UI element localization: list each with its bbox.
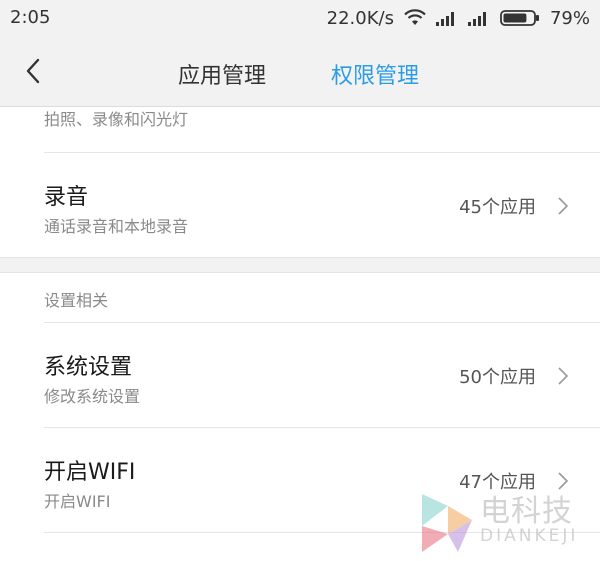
row-subtitle: 修改系统设置 [44, 387, 141, 406]
watermark-brand-en: DIANKEJI [480, 526, 579, 546]
chevron-left-icon [26, 58, 40, 84]
battery-icon [500, 10, 539, 26]
row-title: 录音 [44, 185, 89, 210]
logo-icon [422, 494, 472, 552]
app-count: 45个应用 [459, 197, 536, 218]
wifi-icon [404, 9, 426, 25]
status-bar: 2:05 22.0K/s 79% [0, 0, 600, 36]
signal-icon [435, 12, 454, 26]
status-time: 2:05 [10, 7, 51, 28]
watermark-logo: 电科技 DIANKEJI [418, 486, 598, 558]
battery-percent: 79% [549, 7, 590, 29]
signal-icon [467, 12, 486, 26]
tab-permission-management[interactable]: 权限管理 [331, 58, 419, 90]
list-item-system-settings[interactable]: 系统设置 修改系统设置 50个应用 [0, 323, 600, 427]
list-item-record-audio[interactable]: 录音 通话录音和本地录音 45个应用 [0, 153, 600, 257]
row-subtitle: 开启WIFI [44, 492, 111, 511]
network-speed: 22.0K/s [326, 7, 394, 29]
row-subtitle: 拍照、录像和闪光灯 [44, 110, 189, 129]
section-gap [0, 257, 600, 273]
row-subtitle: 通话录音和本地录音 [44, 217, 189, 236]
tab-app-management[interactable]: 应用管理 [178, 58, 266, 90]
row-title: 系统设置 [44, 355, 133, 380]
status-right: 22.0K/s 79% [327, 7, 590, 29]
chevron-right-icon [558, 197, 569, 215]
section-header: 设置相关 [44, 291, 109, 310]
watermark-brand-cn: 电科技 [480, 494, 573, 529]
row-title: 开启WIFI [44, 460, 136, 485]
nav-bar: 应用管理 权限管理 [0, 36, 600, 107]
list-item-camera[interactable]: 拍照、录像和闪光灯 [0, 106, 600, 152]
back-button[interactable] [18, 54, 50, 88]
app-count: 50个应用 [459, 367, 536, 388]
chevron-right-icon [558, 367, 569, 385]
